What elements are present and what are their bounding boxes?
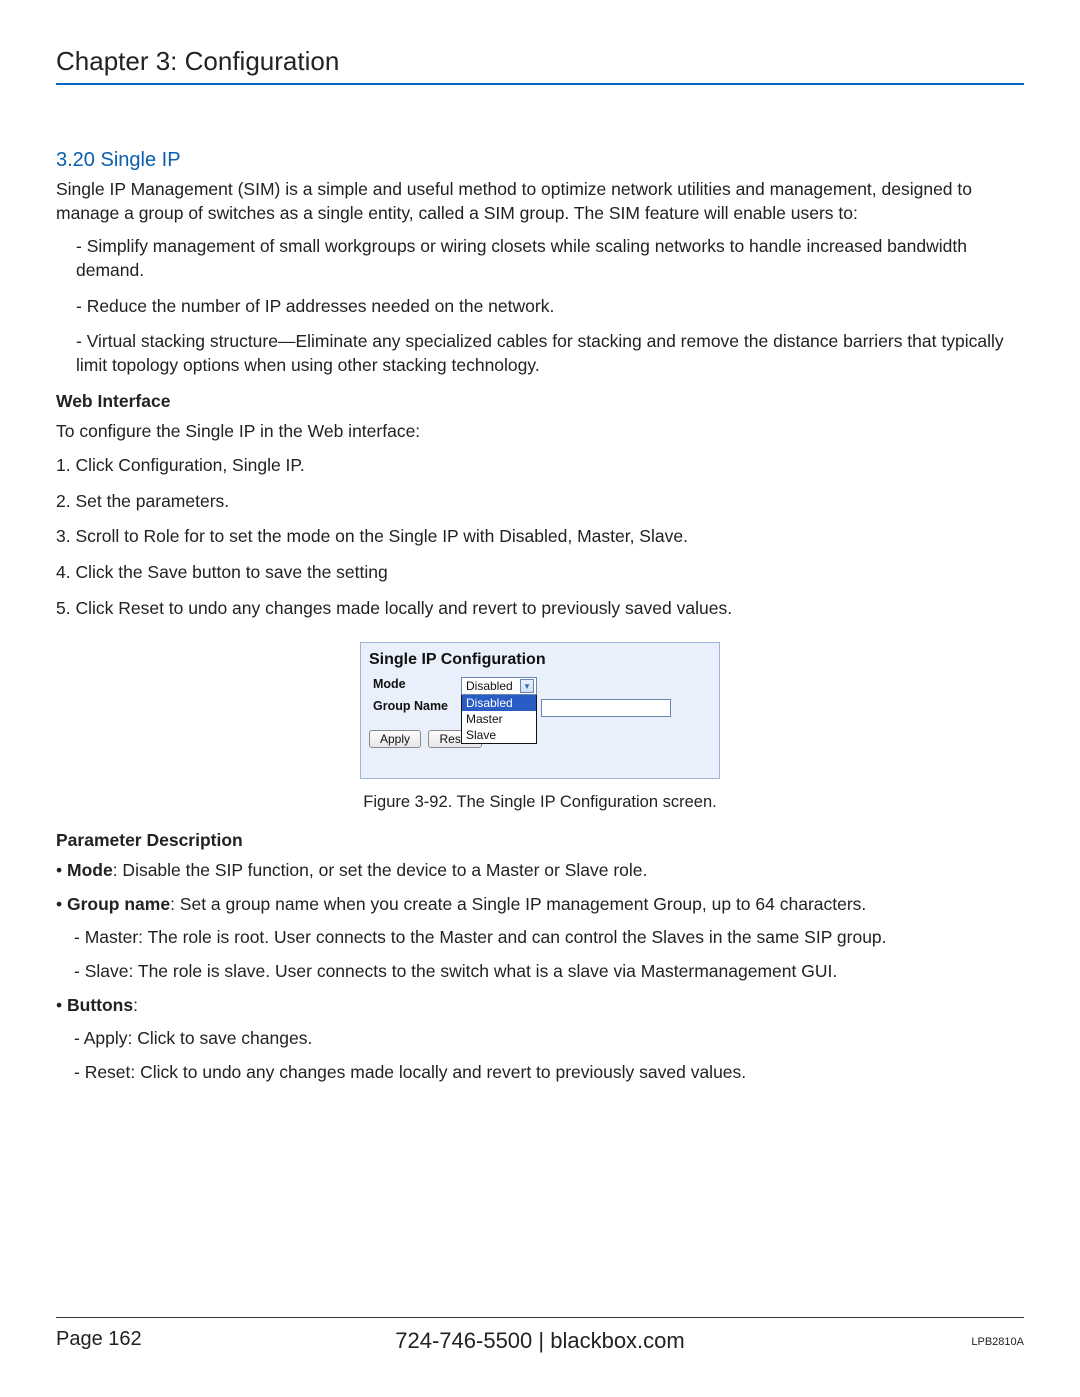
dropdown-value: Disabled xyxy=(466,679,513,693)
list-item: 5. Click Reset to undo any changes made … xyxy=(56,597,1024,621)
mode-dropdown[interactable]: Disabled ▾ Disabled Master Slave xyxy=(461,677,671,695)
config-table: Mode Disabled ▾ Disabled Master Slave xyxy=(369,675,675,722)
param-text: : Disable the SIP function, or set the d… xyxy=(113,860,648,880)
footer-contact: 724-746-5500 | blackbox.com xyxy=(395,1328,684,1354)
intro-paragraph: Single IP Management (SIM) is a simple a… xyxy=(56,178,1024,225)
list-item: 2. Set the parameters. xyxy=(56,490,1024,514)
list-item: - Apply: Click to save changes. xyxy=(56,1027,1024,1051)
page-number: Page 162 xyxy=(56,1328,142,1351)
figure-title: Single IP Configuration xyxy=(361,651,719,675)
figure-caption: Figure 3-92. The Single IP Configuration… xyxy=(363,793,716,812)
param-colon: : xyxy=(133,995,138,1015)
apply-button[interactable]: Apply xyxy=(369,730,421,748)
parameter-list: • Mode: Disable the SIP function, or set… xyxy=(56,859,1024,1084)
param-label: Buttons xyxy=(67,995,133,1015)
list-item: 1. Click Configuration, Single IP. xyxy=(56,454,1024,478)
chapter-title: Chapter 3: Configuration xyxy=(56,46,1024,85)
steps-list: 1. Click Configuration, Single IP. 2. Se… xyxy=(56,454,1024,620)
figure-screenshot: Single IP Configuration Mode Disabled ▾ … xyxy=(360,642,720,779)
web-interface-heading: Web Interface xyxy=(56,391,1024,412)
list-item: - Reset: Click to undo any changes made … xyxy=(56,1061,1024,1085)
param-text: : Set a group name when you create a Sin… xyxy=(170,894,866,914)
list-item: - Simplify management of small workgroup… xyxy=(76,235,1024,282)
param-label: Group name xyxy=(67,894,170,914)
list-item: • Group name: Set a group name when you … xyxy=(56,893,1024,917)
group-name-label: Group Name xyxy=(369,697,457,722)
dropdown-selected[interactable]: Disabled ▾ xyxy=(461,677,537,695)
list-item: 4. Click the Save button to save the set… xyxy=(56,561,1024,585)
list-item: 3. Scroll to Role for to set the mode on… xyxy=(56,525,1024,549)
list-item: • Mode: Disable the SIP function, or set… xyxy=(56,859,1024,883)
page-footer: Page 162 724-746-5500 | blackbox.com LPB… xyxy=(56,1317,1024,1351)
param-label: Mode xyxy=(67,860,113,880)
dropdown-option[interactable]: Disabled xyxy=(462,695,536,711)
chevron-down-icon: ▾ xyxy=(520,679,534,693)
dropdown-option[interactable]: Master xyxy=(462,711,536,727)
list-item: - Master: The role is root. User connect… xyxy=(56,926,1024,950)
list-item: - Slave: The role is slave. User connect… xyxy=(56,960,1024,984)
list-item: - Virtual stacking structure—Eliminate a… xyxy=(76,330,1024,377)
group-name-input[interactable] xyxy=(541,699,671,717)
web-interface-lead: To configure the Single IP in the Web in… xyxy=(56,420,1024,444)
parameter-heading: Parameter Description xyxy=(56,830,1024,851)
section-heading: 3.20 Single IP xyxy=(56,149,1024,172)
dropdown-list[interactable]: Disabled Master Slave xyxy=(461,695,537,744)
dropdown-option[interactable]: Slave xyxy=(462,727,536,743)
list-item: - Reduce the number of IP addresses need… xyxy=(76,295,1024,319)
model-number: LPB2810A xyxy=(971,1336,1024,1348)
figure: Single IP Configuration Mode Disabled ▾ … xyxy=(56,642,1024,812)
feature-list: - Simplify management of small workgroup… xyxy=(56,235,1024,377)
list-item: • Buttons: xyxy=(56,994,1024,1018)
mode-label: Mode xyxy=(369,675,457,697)
